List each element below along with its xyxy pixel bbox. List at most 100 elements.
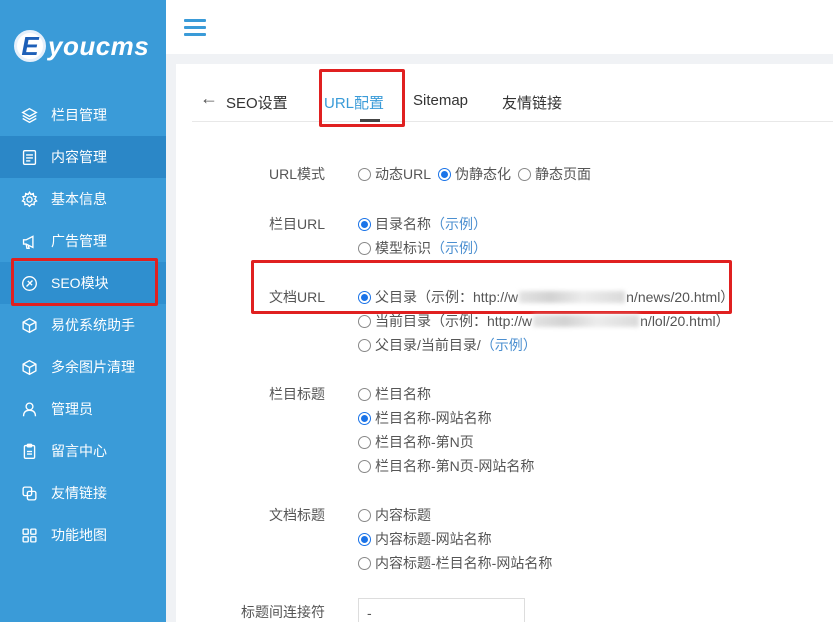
topbar <box>166 0 833 54</box>
option-label: 父目录 <box>375 289 417 305</box>
sidebar-menu: 栏目管理 内容管理 基本信息 广告管理 SEO模块 易优系统助手 多余图片清理 <box>0 94 166 556</box>
radio-static[interactable] <box>518 167 531 181</box>
sidebar-item-admin[interactable]: 管理员 <box>0 388 166 430</box>
option-label: 伪静态化 <box>455 166 511 182</box>
document-title-label: 文档标题 <box>269 507 325 523</box>
sidebar-item-label: 易优系统助手 <box>51 317 135 333</box>
tab-bar: ← SEO设置 URL配置 Sitemap 友情链接 <box>192 64 833 127</box>
logo[interactable]: E youcms <box>14 28 149 64</box>
option-label: 静态页面 <box>535 166 591 182</box>
category-title-option-2[interactable]: 栏目名称-网站名称 <box>358 408 492 428</box>
document-url-label: 文档URL <box>268 289 325 305</box>
megaphone-icon <box>20 232 38 250</box>
radio-category-title-2[interactable] <box>358 411 371 425</box>
option-label: 内容标题-栏目名称-网站名称 <box>375 555 553 571</box>
sidebar-item-label: 功能地图 <box>51 527 107 543</box>
option-label: 栏目名称-第N页 <box>375 434 474 450</box>
highlight-box-tab <box>319 69 405 127</box>
sidebar-item-label: 留言中心 <box>51 443 107 459</box>
radio-document-title-3[interactable] <box>358 556 371 570</box>
radio-dynamic[interactable] <box>358 167 371 181</box>
sidebar-item-category[interactable]: 栏目管理 <box>0 94 166 136</box>
redacted-domain <box>519 291 626 303</box>
example-link[interactable]: （示例） <box>481 335 537 355</box>
tab-friend-links[interactable]: 友情链接 <box>502 92 562 113</box>
radio-category-title-3[interactable] <box>358 435 371 449</box>
category-url-dirname-option[interactable]: 目录名称 （示例） <box>358 214 487 234</box>
sidebar: E youcms 栏目管理 内容管理 基本信息 广告管理 SEO模块 易优系统助… <box>0 0 166 622</box>
clipboard-icon <box>20 442 38 460</box>
sidebar-item-image-cleanup[interactable]: 多余图片清理 <box>0 346 166 388</box>
sidebar-item-links[interactable]: 友情链接 <box>0 472 166 514</box>
url-mode-static-option[interactable]: 静态页面 <box>518 164 591 184</box>
option-label: 栏目名称 <box>375 386 431 402</box>
example-prefix: （示例：http://w <box>431 313 533 329</box>
document-url-parent-option[interactable]: 父目录 （示例：http://w n/news/20.html） <box>358 287 734 307</box>
sidebar-item-ads[interactable]: 广告管理 <box>0 220 166 262</box>
option-label: 栏目名称-网站名称 <box>375 410 492 426</box>
link-icon <box>20 484 38 502</box>
tab-seo-settings[interactable]: SEO设置 <box>226 92 288 113</box>
example-suffix: n/lol/20.html） <box>640 313 730 329</box>
tab-sitemap[interactable]: Sitemap <box>413 92 468 109</box>
example-suffix: n/news/20.html） <box>626 289 735 305</box>
example-link[interactable]: （示例） <box>431 238 487 258</box>
sidebar-item-label: 友情链接 <box>51 485 107 501</box>
url-mode-dynamic-option[interactable]: 动态URL <box>358 164 431 184</box>
document-url-parent-current-option[interactable]: 父目录/当前目录/（示例） <box>358 335 537 355</box>
logo-mark: E <box>14 30 46 62</box>
category-url-model-option[interactable]: 模型标识 （示例） <box>358 238 487 258</box>
redacted-domain <box>533 315 640 327</box>
sidebar-item-assistant[interactable]: 易优系统助手 <box>0 304 166 346</box>
title-separator-input[interactable]: - <box>358 598 525 622</box>
user-icon <box>20 400 38 418</box>
document-title-option-2[interactable]: 内容标题-网站名称 <box>358 529 492 549</box>
option-label: 目录名称 <box>375 216 431 232</box>
sidebar-item-messages[interactable]: 留言中心 <box>0 430 166 472</box>
document-title-option-3[interactable]: 内容标题-栏目名称-网站名称 <box>358 553 552 573</box>
radio-category-title-4[interactable] <box>358 459 371 473</box>
sidebar-item-label: 管理员 <box>51 401 93 417</box>
radio-category-title-1[interactable] <box>358 387 371 401</box>
radio-parent-current-dir[interactable] <box>358 338 371 352</box>
sidebar-item-function-map[interactable]: 功能地图 <box>0 514 166 556</box>
category-title-option-3[interactable]: 栏目名称-第N页 <box>358 432 474 452</box>
radio-model[interactable] <box>358 241 371 255</box>
document-title-option-1[interactable]: 内容标题 <box>358 505 431 525</box>
category-url-label: 栏目URL <box>268 216 325 232</box>
radio-document-title-2[interactable] <box>358 532 371 546</box>
url-mode-pseudo-static-option[interactable]: 伪静态化 <box>438 164 511 184</box>
category-title-option-1[interactable]: 栏目名称 <box>358 384 431 404</box>
highlight-box-seo <box>11 258 158 306</box>
example-link[interactable]: （示例） <box>431 214 487 234</box>
option-label: 内容标题 <box>375 507 431 523</box>
option-label: 栏目名称-第N页-网站名称 <box>375 458 535 474</box>
menu-toggle-icon[interactable] <box>184 19 206 36</box>
radio-pseudo-static[interactable] <box>438 167 451 181</box>
radio-dirname[interactable] <box>358 217 371 231</box>
sidebar-item-label: 基本信息 <box>51 191 107 207</box>
sidebar-item-label: 栏目管理 <box>51 107 107 123</box>
sidebar-item-label: 广告管理 <box>51 233 107 249</box>
radio-current-dir[interactable] <box>358 314 371 328</box>
radio-parent-dir[interactable] <box>358 290 371 304</box>
layers-icon <box>20 106 38 124</box>
document-url-current-option[interactable]: 当前目录 （示例：http://w n/lol/20.html） <box>358 311 730 331</box>
back-arrow-icon[interactable]: ← <box>200 89 218 107</box>
option-label: 动态URL <box>375 166 432 182</box>
example-prefix: （示例：http://w <box>417 289 519 305</box>
title-separator-label: 标题间连接符 <box>241 604 325 620</box>
option-label: 内容标题-网站名称 <box>375 531 492 547</box>
url-mode-label: URL模式 <box>268 166 325 182</box>
category-title-label: 栏目标题 <box>269 386 325 402</box>
cube-icon <box>20 358 38 376</box>
sidebar-item-basic-info[interactable]: 基本信息 <box>0 178 166 220</box>
category-title-option-4[interactable]: 栏目名称-第N页-网站名称 <box>358 456 534 476</box>
grid-icon <box>20 526 38 544</box>
main-panel: ← SEO设置 URL配置 Sitemap 友情链接 URL模式 动态URL 伪… <box>176 64 833 622</box>
document-icon <box>20 148 38 166</box>
option-label: 父目录/当前目录/ <box>375 337 481 353</box>
gear-icon <box>20 190 38 208</box>
sidebar-item-content[interactable]: 内容管理 <box>0 136 166 178</box>
radio-document-title-1[interactable] <box>358 508 371 522</box>
